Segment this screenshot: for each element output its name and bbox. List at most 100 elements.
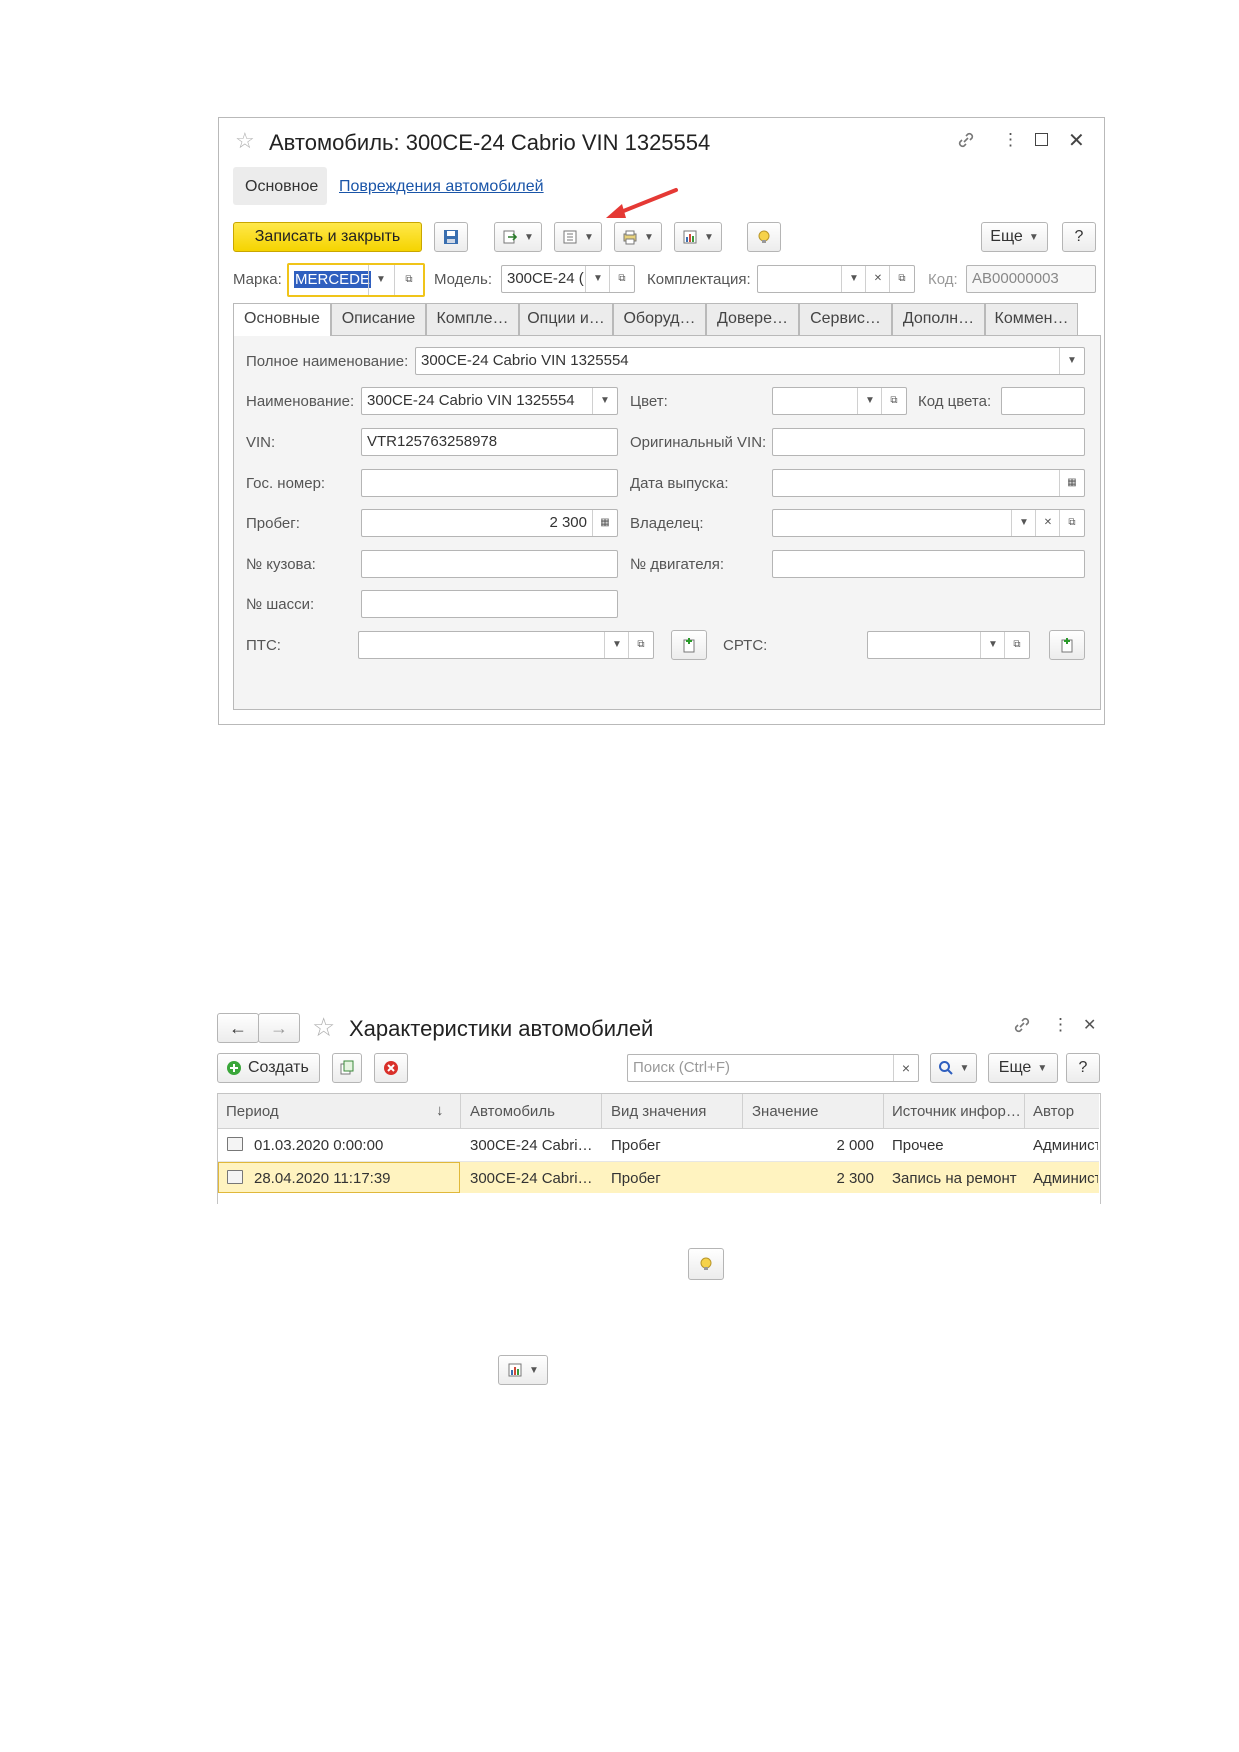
favorite-star-icon[interactable]: ☆ xyxy=(235,128,255,154)
more-menu-icon[interactable]: ⋮ xyxy=(1002,130,1019,150)
related-docs-button[interactable]: ▼ xyxy=(554,222,602,252)
chevron-down-icon: ▼ xyxy=(524,231,534,243)
name-input[interactable]: 300CE-24 Cabrio VIN 1325554 ▼ xyxy=(361,387,618,415)
owner-input[interactable]: ▼ ✕ ⧉ xyxy=(772,509,1085,537)
lightbulb-icon xyxy=(700,1257,712,1270)
color-input[interactable]: ▼ ⧉ xyxy=(772,387,907,415)
clear-search-icon[interactable]: × xyxy=(893,1055,918,1081)
plus-circle-icon xyxy=(227,1061,241,1075)
maximize-icon[interactable] xyxy=(1035,133,1048,146)
color-code-input[interactable] xyxy=(1001,387,1085,415)
help-button[interactable]: ? xyxy=(1066,1053,1100,1083)
more-menu-icon[interactable]: ⋮ xyxy=(1052,1015,1069,1035)
create-based-on-button[interactable]: ▼ xyxy=(494,222,542,252)
calendar-icon[interactable]: ▦ xyxy=(1059,470,1084,496)
brand-label: Марка: xyxy=(233,271,282,288)
create-pts-button[interactable] xyxy=(671,630,707,660)
col-period[interactable]: Период xyxy=(226,1103,279,1120)
copy-button[interactable] xyxy=(332,1053,362,1083)
tab-hardware[interactable]: Оборуд… xyxy=(613,303,706,335)
delete-button[interactable] xyxy=(374,1053,408,1083)
chevron-down-icon[interactable]: ▼ xyxy=(585,266,610,292)
tab-equipment-set[interactable]: Компле… xyxy=(426,303,519,335)
open-icon[interactable]: ⧉ xyxy=(394,265,423,295)
tab-additional[interactable]: Дополн… xyxy=(892,303,985,335)
search-button[interactable]: ▼ xyxy=(930,1053,977,1083)
open-icon[interactable]: ⧉ xyxy=(881,388,906,414)
code-value: АВ00000003 xyxy=(972,270,1059,287)
chevron-down-icon[interactable]: ▼ xyxy=(1059,348,1084,374)
link-icon[interactable] xyxy=(956,130,976,155)
tab-description[interactable]: Описание xyxy=(331,303,426,335)
chevron-down-icon[interactable]: ▼ xyxy=(368,265,393,295)
save-close-button[interactable]: Записать и закрыть xyxy=(233,222,422,252)
more-button[interactable]: Еще ▼ xyxy=(988,1053,1058,1083)
body-number-input[interactable] xyxy=(361,550,618,578)
tip-button[interactable] xyxy=(688,1248,724,1280)
orig-vin-input[interactable] xyxy=(772,428,1085,456)
tab-service[interactable]: Сервис… xyxy=(799,303,892,335)
close-icon[interactable]: ✕ xyxy=(1083,1015,1096,1035)
back-button[interactable]: ← xyxy=(217,1013,259,1043)
cell-car: 300CE-24 Cabri… xyxy=(470,1170,593,1187)
col-divider xyxy=(883,1094,884,1128)
tab-main[interactable]: Основные xyxy=(233,303,331,336)
create-button[interactable]: Создать xyxy=(217,1053,320,1083)
create-srts-button[interactable] xyxy=(1049,630,1085,660)
pts-input[interactable]: ▼ ⧉ xyxy=(358,631,654,659)
config-input[interactable]: ▼ ✕ ⧉ xyxy=(757,265,915,293)
tab-comments[interactable]: Коммен… xyxy=(985,303,1078,335)
mileage-value: 2 300 xyxy=(549,514,587,531)
open-icon[interactable]: ⧉ xyxy=(628,632,653,658)
chevron-down-icon[interactable]: ▼ xyxy=(841,266,866,292)
srts-label: СРТС: xyxy=(723,637,768,654)
link-icon[interactable] xyxy=(1012,1015,1032,1040)
brand-input[interactable]: MERCEDE ▼ ⧉ xyxy=(287,263,425,297)
help-button[interactable]: ? xyxy=(1062,222,1096,252)
chevron-down-icon[interactable]: ▼ xyxy=(980,632,1005,658)
col-kind[interactable]: Вид значения xyxy=(611,1103,706,1120)
chevron-down-icon[interactable]: ▼ xyxy=(592,388,617,414)
chevron-down-icon[interactable]: ▼ xyxy=(1011,510,1036,536)
engine-number-input[interactable] xyxy=(772,550,1085,578)
tab-powers[interactable]: Довере… xyxy=(706,303,799,335)
clear-icon[interactable]: ✕ xyxy=(865,266,890,292)
open-icon[interactable]: ⧉ xyxy=(889,266,914,292)
code-label: Код: xyxy=(928,271,958,288)
model-input[interactable]: 300CE-24 ( ▼ ⧉ xyxy=(501,265,635,293)
calculator-icon[interactable]: ▦ xyxy=(592,510,617,536)
col-author[interactable]: Автор xyxy=(1033,1103,1074,1120)
search-input[interactable]: Поиск (Ctrl+F) × xyxy=(627,1054,919,1082)
chevron-down-icon[interactable]: ▼ xyxy=(857,388,882,414)
open-icon[interactable]: ⧉ xyxy=(609,266,634,292)
chassis-number-input[interactable] xyxy=(361,590,618,618)
config-label: Комплектация: xyxy=(647,271,751,288)
open-icon[interactable]: ⧉ xyxy=(1059,510,1084,536)
col-value[interactable]: Значение xyxy=(752,1103,819,1120)
favorite-star-icon[interactable]: ☆ xyxy=(312,1012,335,1043)
reports-button[interactable]: ▼ xyxy=(674,222,722,252)
full-name-input[interactable]: 300CE-24 Cabrio VIN 1325554 ▼ xyxy=(415,347,1085,375)
chevron-down-icon[interactable]: ▼ xyxy=(604,632,629,658)
clear-icon[interactable]: ✕ xyxy=(1035,510,1060,536)
srts-input[interactable]: ▼ ⧉ xyxy=(867,631,1030,659)
more-button[interactable]: Еще ▼ xyxy=(981,222,1048,252)
save-button[interactable] xyxy=(434,222,468,252)
owner-label: Владелец: xyxy=(630,515,704,532)
tip-button[interactable] xyxy=(747,222,781,252)
forward-button[interactable]: → xyxy=(258,1013,300,1043)
print-button[interactable]: ▼ xyxy=(614,222,662,252)
col-car[interactable]: Автомобиль xyxy=(470,1103,555,1120)
plate-input[interactable] xyxy=(361,469,618,497)
close-icon[interactable]: ✕ xyxy=(1068,128,1085,153)
open-icon[interactable]: ⧉ xyxy=(1004,632,1029,658)
reports-button[interactable]: ▼ xyxy=(498,1355,548,1385)
cell-value: 2 000 xyxy=(836,1137,874,1154)
release-date-input[interactable]: ▦ xyxy=(772,469,1085,497)
nav-tab-damages[interactable]: Повреждения автомобилей xyxy=(339,178,544,196)
lightbulb-icon xyxy=(758,230,770,243)
col-source[interactable]: Источник инфор… xyxy=(892,1103,1021,1120)
tab-options[interactable]: Опции и… xyxy=(519,303,613,335)
mileage-input[interactable]: 2 300 ▦ xyxy=(361,509,618,537)
vin-input[interactable]: VTR125763258978 xyxy=(361,428,618,456)
